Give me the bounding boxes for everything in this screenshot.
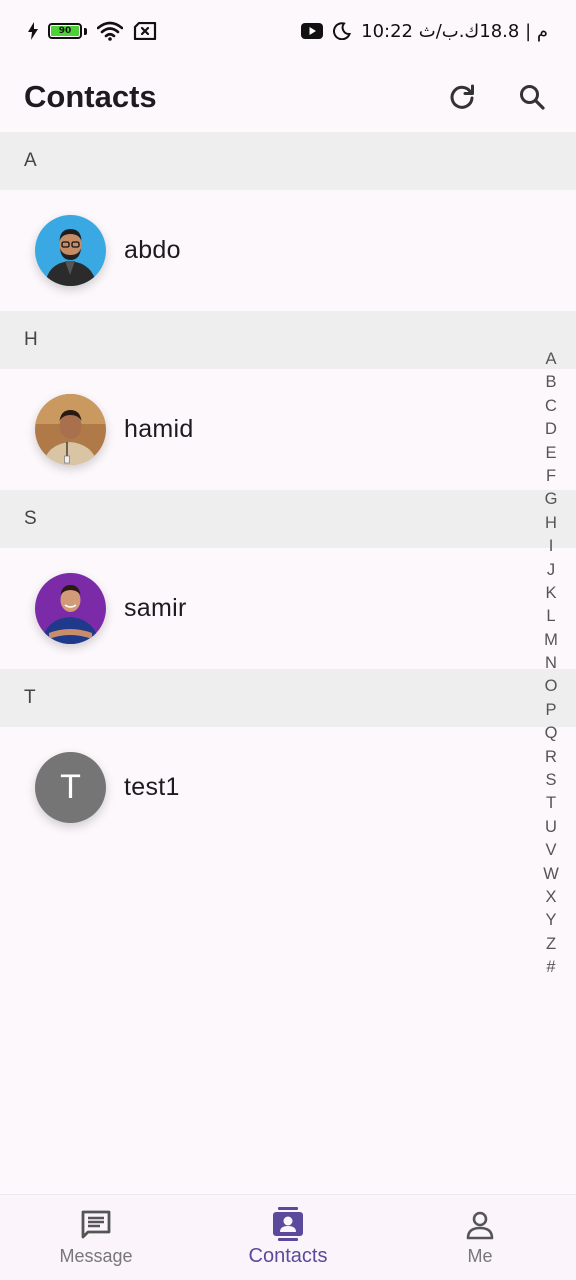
alphabet-index-letter[interactable]: M xyxy=(544,629,558,652)
alphabet-index-letter[interactable]: Y xyxy=(545,909,556,932)
contact-row-test1[interactable]: T test1 xyxy=(0,727,576,848)
wifi-icon xyxy=(97,21,123,41)
alphabet-index-letter[interactable]: S xyxy=(545,769,556,792)
message-icon xyxy=(80,1208,112,1242)
moon-icon xyxy=(333,22,352,40)
alphabet-index-letter[interactable]: K xyxy=(545,582,556,605)
alphabet-index-letter[interactable]: E xyxy=(545,442,556,465)
alphabet-index-letter[interactable]: # xyxy=(546,956,555,979)
nav-item-me[interactable]: Me xyxy=(384,1195,576,1280)
alphabet-index-letter[interactable]: O xyxy=(545,675,558,698)
charging-icon xyxy=(28,22,38,40)
alphabet-index-letter[interactable]: F xyxy=(546,465,556,488)
app-bar: Contacts xyxy=(0,62,576,132)
alphabet-index-letter[interactable]: A xyxy=(545,348,556,371)
alphabet-index-letter[interactable]: Q xyxy=(545,722,558,745)
alphabet-index[interactable]: A B C D E F G H I J K L M N O P Q R S T U V W X Y Z # xyxy=(541,348,561,980)
alphabet-index-letter[interactable]: B xyxy=(545,371,556,394)
search-icon[interactable] xyxy=(512,77,552,117)
alphabet-index-letter[interactable]: D xyxy=(545,418,557,441)
person-icon xyxy=(465,1208,495,1242)
alphabet-index-letter[interactable]: J xyxy=(547,559,555,582)
alphabet-index-letter[interactable]: H xyxy=(545,512,557,535)
alphabet-index-letter[interactable]: W xyxy=(543,863,559,886)
contact-list: A abdo H hamid S samir T T test1 xyxy=(0,132,576,848)
alphabet-index-letter[interactable]: L xyxy=(546,605,555,628)
alphabet-index-letter[interactable]: P xyxy=(545,699,556,722)
contact-name: test1 xyxy=(124,773,180,801)
alphabet-index-letter[interactable]: I xyxy=(549,535,554,558)
refresh-icon[interactable] xyxy=(442,77,482,117)
bottom-navigation: Message Contacts Me xyxy=(0,1194,576,1280)
status-time-speed: 10:22 م | 18.8ك.ب/ث xyxy=(361,20,548,42)
nav-label: Me xyxy=(467,1246,493,1266)
section-header-s: S xyxy=(0,490,576,548)
alphabet-index-letter[interactable]: R xyxy=(545,746,557,769)
contact-row-abdo[interactable]: abdo xyxy=(0,190,576,311)
nav-item-contacts[interactable]: Contacts xyxy=(192,1195,384,1280)
youtube-icon xyxy=(301,23,324,39)
status-bar: 90 10:22 م | 18.8ك.ب/ث xyxy=(0,0,576,62)
avatar xyxy=(35,573,106,644)
battery-level: 90 xyxy=(51,26,79,36)
contact-row-hamid[interactable]: hamid xyxy=(0,369,576,490)
nav-label: Contacts xyxy=(248,1245,328,1267)
battery-icon: 90 xyxy=(48,23,87,39)
contacts-icon xyxy=(272,1207,304,1241)
section-header-h: H xyxy=(0,311,576,369)
nav-label: Message xyxy=(59,1246,133,1266)
alphabet-index-letter[interactable]: N xyxy=(545,652,557,675)
section-header-a: A xyxy=(0,132,576,190)
contact-name: samir xyxy=(124,594,187,622)
nav-item-message[interactable]: Message xyxy=(0,1195,192,1280)
alphabet-index-letter[interactable]: T xyxy=(546,792,556,815)
status-right: 10:22 م | 18.8ك.ب/ث xyxy=(301,21,548,42)
alphabet-index-letter[interactable]: X xyxy=(545,886,556,909)
no-sim-icon xyxy=(133,22,157,40)
alphabet-index-letter[interactable]: U xyxy=(545,816,557,839)
avatar-initial: T xyxy=(35,752,106,823)
avatar xyxy=(35,394,106,465)
contact-row-samir[interactable]: samir xyxy=(0,548,576,669)
section-header-t: T xyxy=(0,669,576,727)
page-title: Contacts xyxy=(24,79,157,114)
alphabet-index-letter[interactable]: C xyxy=(545,395,557,418)
avatar xyxy=(35,215,106,286)
contact-name: abdo xyxy=(124,236,181,264)
alphabet-index-letter[interactable]: G xyxy=(545,488,558,511)
alphabet-index-letter[interactable]: Z xyxy=(546,933,556,956)
status-left: 90 xyxy=(28,21,157,41)
contact-name: hamid xyxy=(124,415,194,443)
alphabet-index-letter[interactable]: V xyxy=(545,839,556,862)
